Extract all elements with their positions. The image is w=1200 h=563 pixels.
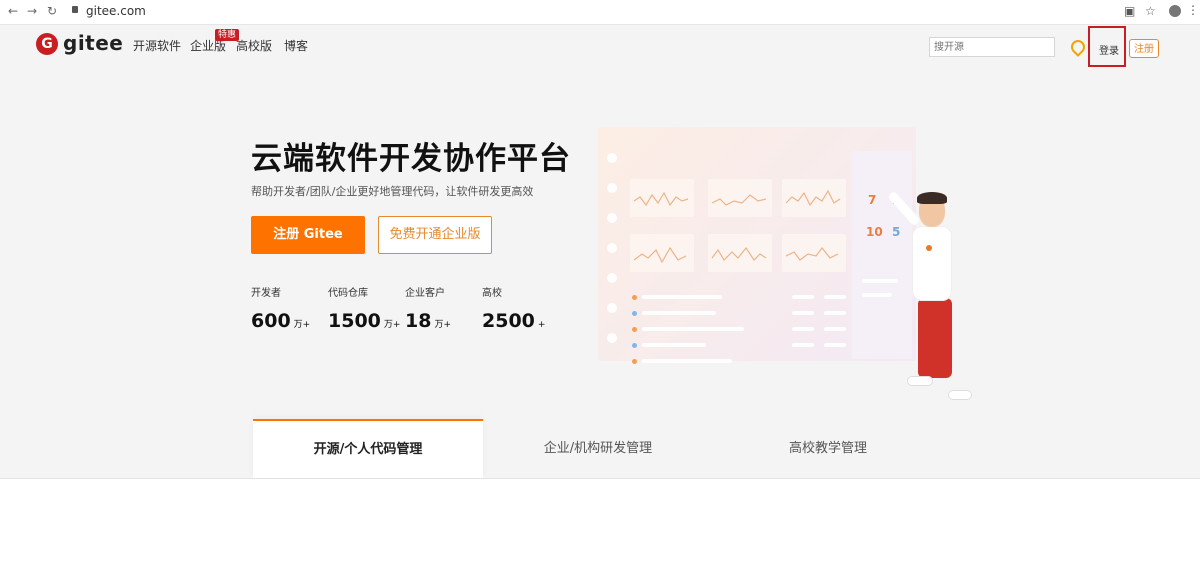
search-input[interactable] <box>929 37 1055 57</box>
bookmark-star-icon[interactable]: ☆ <box>1145 4 1156 18</box>
hero-title: 云端软件开发协作平台 <box>251 141 571 177</box>
back-icon[interactable]: ← <box>8 4 18 18</box>
list-dot <box>632 327 637 332</box>
lock-icon <box>72 6 78 13</box>
person-shoe <box>907 376 933 386</box>
tab-education[interactable]: 高校教学管理 <box>713 419 943 478</box>
panel-number: 5 <box>892 225 901 239</box>
register-gitee-button[interactable]: 注册 Gitee <box>251 216 365 254</box>
side-panel: 7 2 10 5 <box>852 151 912 359</box>
nav-education[interactable]: 高校版 <box>236 37 272 54</box>
chart-card <box>708 234 772 272</box>
sidebar-dot <box>607 243 617 253</box>
forward-icon[interactable]: → <box>27 4 37 18</box>
nav-open-source[interactable]: 开源软件 <box>133 37 181 54</box>
nav-blog[interactable]: 博客 <box>284 37 308 54</box>
sidebar-dot <box>607 303 617 313</box>
list-bar <box>824 295 846 299</box>
chart-card <box>782 179 846 217</box>
person-hair <box>917 192 947 204</box>
register-button[interactable]: 注册 <box>1129 39 1159 58</box>
gitee-logo-mark-icon: G <box>36 33 58 55</box>
list-dot <box>632 295 637 300</box>
stat-value-enterprises: 18 万+ <box>405 310 451 332</box>
list-bar <box>792 295 814 299</box>
tab-personal-code[interactable]: 开源/个人代码管理 <box>253 419 483 478</box>
list-bar <box>642 311 716 315</box>
list-bar <box>792 343 814 347</box>
list-bar <box>824 311 846 315</box>
person-legs <box>918 298 952 378</box>
list-dot <box>632 343 637 348</box>
panel-bar <box>862 279 898 283</box>
wave-line-icon <box>711 194 767 206</box>
enterprise-trial-button[interactable]: 免费开通企业版 <box>378 216 492 254</box>
wave-line-icon <box>785 189 841 207</box>
stat-value-repositories: 1500 万+ <box>328 310 401 332</box>
stat-label-developers: 开发者 <box>251 288 281 299</box>
stat-label-universities: 高校 <box>482 288 502 299</box>
sidebar-dot <box>607 153 617 163</box>
list-bar <box>642 295 722 299</box>
panel-number: 10 <box>866 225 883 239</box>
list-bar <box>642 359 732 363</box>
address-bar[interactable]: gitee.com <box>86 4 146 18</box>
list-bar <box>792 311 814 315</box>
person-shoe <box>948 390 972 400</box>
profile-avatar-icon[interactable] <box>1169 5 1181 17</box>
wave-line-icon <box>633 191 689 207</box>
stat-label-repositories: 代码仓库 <box>328 288 368 299</box>
list-bar <box>792 327 814 331</box>
browser-toolbar: ← → ↻ gitee.com ▣ ☆ ⋮ <box>0 0 1200 25</box>
content-area <box>0 478 1200 563</box>
stat-value-universities: 2500 + <box>482 310 546 332</box>
panel-number: 7 <box>868 193 877 207</box>
shirt-logo-icon <box>926 245 932 251</box>
logo-text: gitee <box>63 31 124 55</box>
chart-card <box>708 179 772 217</box>
browser-menu-icon[interactable]: ⋮ <box>1187 3 1199 17</box>
wave-line-icon <box>711 246 767 261</box>
chart-card <box>630 179 694 217</box>
sidebar-dot <box>607 333 617 343</box>
chart-card <box>630 234 694 272</box>
list-bar <box>642 327 744 331</box>
wave-line-icon <box>633 246 687 264</box>
login-link[interactable]: 登录 <box>1099 42 1119 57</box>
wave-line-icon <box>785 247 839 261</box>
list-dot <box>632 311 637 316</box>
sidebar-dot <box>607 273 617 283</box>
chart-card <box>782 234 846 272</box>
list-bar <box>824 327 846 331</box>
dashboard-illustration: 7 2 10 5 <box>598 127 916 364</box>
sidebar-dot <box>607 213 617 223</box>
qr-code-icon[interactable]: ▣ <box>1124 4 1135 18</box>
sidebar-dot <box>607 183 617 193</box>
hero-subtitle: 帮助开发者/团队/企业更好地管理代码，让软件研发更高效 <box>251 185 534 198</box>
stat-label-enterprises: 企业客户 <box>405 288 445 299</box>
panel-bar <box>862 293 892 297</box>
stat-value-developers: 600 万+ <box>251 310 311 332</box>
list-bar <box>642 343 706 347</box>
reload-icon[interactable]: ↻ <box>47 4 57 18</box>
tab-enterprise[interactable]: 企业/机构研发管理 <box>483 419 713 478</box>
list-dot <box>632 359 637 364</box>
list-bar <box>824 343 846 347</box>
person-body <box>912 226 952 301</box>
